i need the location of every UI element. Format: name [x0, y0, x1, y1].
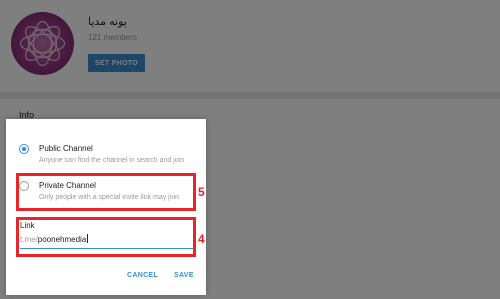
public-channel-title: Public Channel: [39, 144, 93, 153]
public-channel-option[interactable]: Public Channel Anyone can find the chann…: [6, 142, 206, 172]
link-highlight-box: [16, 217, 196, 257]
private-channel-highlight-box: [16, 173, 196, 211]
cancel-button[interactable]: CANCEL: [127, 272, 158, 279]
public-channel-radio[interactable]: [19, 144, 29, 154]
annotation-number-4: 4: [198, 232, 205, 246]
annotation-number-5: 5: [198, 185, 205, 199]
public-channel-description: Anyone can find the channel in search an…: [39, 157, 185, 164]
save-button[interactable]: SAVE: [174, 272, 194, 279]
